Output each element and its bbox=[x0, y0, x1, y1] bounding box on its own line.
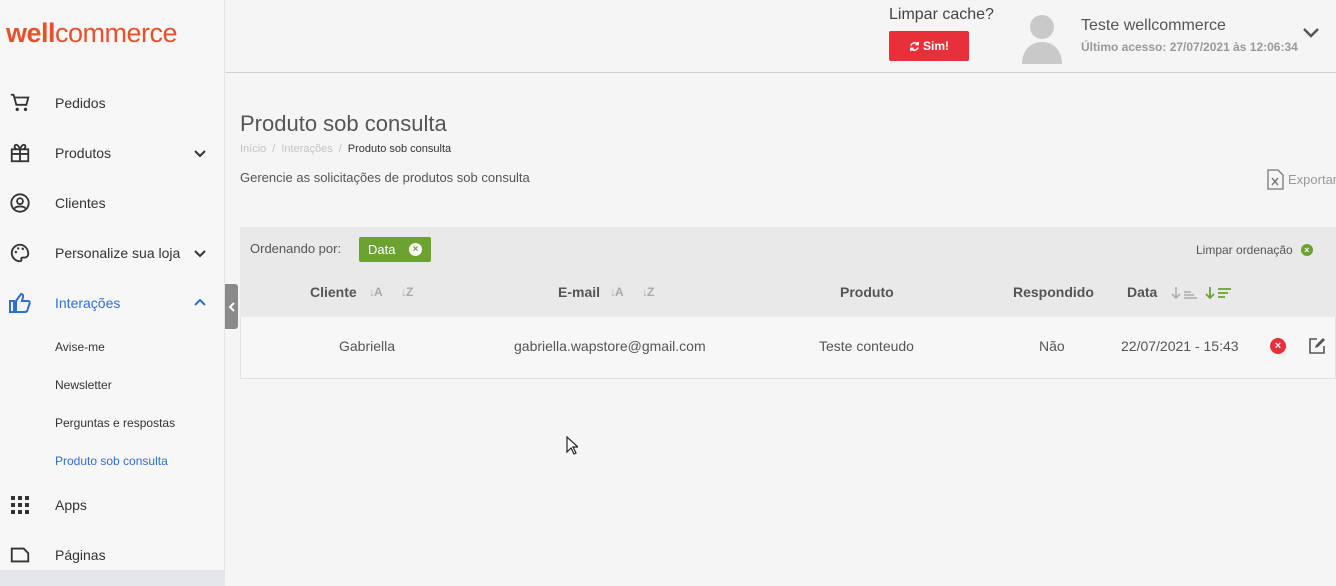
page-description: Gerencie as solicitações de produtos sob… bbox=[240, 170, 530, 185]
mouse-cursor-icon bbox=[566, 436, 578, 455]
chevron-down-icon[interactable] bbox=[1302, 26, 1320, 40]
cell-data: 22/07/2021 - 15:43 bbox=[1121, 338, 1239, 354]
table-row[interactable]: Gabriella gabriella.wapstore@gmail.com T… bbox=[240, 317, 1336, 379]
logo[interactable]: wellcommerce bbox=[6, 18, 178, 49]
sort-az-icon[interactable]: ↓A bbox=[369, 285, 383, 299]
collapse-sidebar-button[interactable] bbox=[225, 284, 238, 329]
sort-bar: Ordenando por: Data × Limpar ordenação × bbox=[240, 227, 1336, 269]
sort-za-icon[interactable]: ↓Z bbox=[401, 285, 413, 299]
breadcrumb-separator: / bbox=[338, 143, 342, 155]
export-button[interactable]: Exportar bbox=[1267, 169, 1336, 190]
sidebar-item-interacoes[interactable]: Interações bbox=[0, 283, 225, 323]
cell-email: gabriella.wapstore@gmail.com bbox=[514, 338, 706, 354]
page-icon bbox=[8, 543, 32, 567]
page-title: Produto sob consulta bbox=[240, 111, 447, 136]
sidebar-item-paginas[interactable]: Páginas bbox=[0, 535, 225, 575]
edit-icon[interactable] bbox=[1308, 337, 1326, 355]
column-header-email[interactable]: E-mail bbox=[558, 284, 600, 300]
excel-file-icon bbox=[1267, 169, 1284, 190]
cell-respondido: Não bbox=[1039, 338, 1065, 354]
column-header-cliente[interactable]: Cliente bbox=[310, 284, 357, 300]
grid-icon bbox=[8, 493, 32, 517]
sidebar-item-label: Pedidos bbox=[55, 95, 106, 111]
sort-chip-data[interactable]: Data × bbox=[359, 237, 431, 262]
cell-produto: Teste conteudo bbox=[819, 338, 914, 354]
column-header-respondido: Respondido bbox=[1013, 284, 1094, 300]
sidebar-subitem-newsletter[interactable]: Newsletter bbox=[55, 378, 112, 392]
sidebar-subitem-perguntas[interactable]: Perguntas e respostas bbox=[55, 416, 175, 430]
breadcrumb-link-inicio[interactable]: Início bbox=[240, 143, 266, 155]
table-header-row: Cliente ↓A ↓Z E-mail ↓A ↓Z Produto Respo… bbox=[240, 269, 1336, 317]
sort-descending-icon[interactable] bbox=[1205, 286, 1233, 300]
column-header-data[interactable]: Data bbox=[1127, 284, 1157, 300]
chevron-up-icon[interactable] bbox=[192, 295, 208, 311]
refresh-icon bbox=[910, 41, 919, 51]
chevron-left-icon bbox=[228, 301, 235, 312]
delete-icon[interactable]: × bbox=[1270, 338, 1286, 354]
sort-az-icon[interactable]: ↓A bbox=[610, 285, 624, 299]
top-bar: Limpar cache? Sim! Teste wellcommerce Úl… bbox=[226, 0, 1336, 73]
sidebar-item-clientes[interactable]: Clientes bbox=[0, 183, 225, 223]
remove-sort-icon[interactable]: × bbox=[409, 243, 422, 256]
sidebar-item-produtos[interactable]: Produtos bbox=[0, 133, 225, 173]
cache-label: Limpar cache? bbox=[889, 6, 994, 23]
sidebar-item-label: Apps bbox=[55, 497, 87, 513]
cart-icon bbox=[8, 91, 32, 115]
sidebar-item-label: Produtos bbox=[55, 145, 112, 161]
avatar bbox=[1022, 15, 1062, 64]
thumbs-up-icon bbox=[8, 291, 32, 315]
clear-sort-button[interactable]: Limpar ordenação × bbox=[1196, 243, 1313, 257]
user-name: Teste wellcommerce bbox=[1081, 17, 1226, 34]
sort-ascending-icon[interactable] bbox=[1171, 286, 1199, 300]
sidebar-item-label: Personalize sua loja bbox=[55, 245, 181, 261]
sidebar-item-label: Clientes bbox=[55, 195, 106, 211]
sidebar-footer-band bbox=[0, 570, 225, 586]
sidebar-item-apps[interactable]: Apps bbox=[0, 485, 225, 525]
breadcrumb: Início / Interações / Produto sob consul… bbox=[240, 143, 451, 155]
breadcrumb-separator: / bbox=[272, 143, 276, 155]
user-circle-icon bbox=[8, 191, 32, 215]
last-access-text: Último acesso: 27/07/2021 às 12:06:34 bbox=[1081, 40, 1298, 54]
sidebar-item-pedidos[interactable]: Pedidos bbox=[0, 83, 225, 123]
sidebar-item-label: Páginas bbox=[55, 547, 106, 563]
clear-cache-button[interactable]: Sim! bbox=[889, 31, 969, 61]
chevron-down-icon[interactable] bbox=[192, 245, 208, 261]
chevron-down-icon[interactable] bbox=[192, 145, 208, 161]
sidebar-item-label: Interações bbox=[55, 295, 121, 311]
sidebar: wellcommerce Pedidos Produtos Clientes P… bbox=[0, 0, 225, 586]
sidebar-subitem-produto-sob-consulta[interactable]: Produto sob consulta bbox=[55, 454, 168, 468]
sort-label: Ordenando por: bbox=[250, 241, 342, 256]
gift-icon bbox=[8, 141, 32, 165]
requests-table: Ordenando por: Data × Limpar ordenação ×… bbox=[240, 227, 1336, 379]
breadcrumb-current: Produto sob consulta bbox=[347, 143, 452, 155]
column-header-produto: Produto bbox=[840, 284, 894, 300]
breadcrumb-link-interacoes[interactable]: Interações bbox=[281, 143, 332, 155]
cell-cliente: Gabriella bbox=[339, 338, 396, 354]
palette-icon bbox=[8, 241, 32, 265]
close-icon: × bbox=[1300, 244, 1313, 256]
sidebar-subitem-avise-me[interactable]: Avise-me bbox=[55, 340, 105, 354]
sort-za-icon[interactable]: ↓Z bbox=[642, 285, 654, 299]
sidebar-item-personalize[interactable]: Personalize sua loja bbox=[0, 233, 225, 273]
